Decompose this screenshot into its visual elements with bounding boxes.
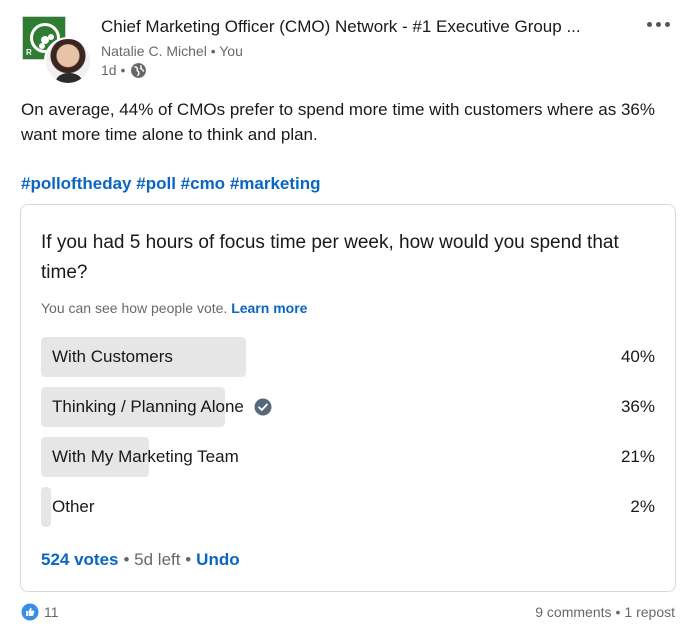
- poll-option-label-wrap: Thinking / Planning Alone: [52, 397, 272, 417]
- poll-option-label-wrap: Other: [52, 497, 95, 517]
- poll-option[interactable]: Other 2%: [41, 487, 655, 527]
- poll-option-label: With My Marketing Team: [52, 447, 239, 466]
- post-header: R Chief Marketing Officer (CMO) Network …: [0, 0, 693, 95]
- poll-option[interactable]: With Customers 40%: [41, 337, 655, 377]
- poll-option-percent: 36%: [620, 397, 655, 416]
- like-icon: [21, 603, 39, 621]
- poll-option-percent: 40%: [620, 347, 655, 366]
- dot-icon: [655, 21, 661, 27]
- undo-vote-button[interactable]: Undo: [196, 549, 239, 571]
- engagement-links: 9 comments • 1 repost: [535, 604, 675, 620]
- poll-option-percent: 2%: [630, 497, 655, 516]
- post-text: On average, 44% of CMOs prefer to spend …: [21, 100, 655, 144]
- poll-option-label: With Customers: [52, 347, 173, 366]
- poll-question: If you had 5 hours of focus time per wee…: [41, 232, 619, 283]
- reactions-summary[interactable]: 11: [21, 603, 59, 621]
- post-meta: 1d •: [101, 61, 147, 79]
- poll-option-label: Other: [52, 497, 95, 516]
- dot-icon: [646, 21, 652, 27]
- poll-card: If you had 5 hours of focus time per wee…: [20, 204, 676, 592]
- poll-option-label: Thinking / Planning Alone: [52, 397, 244, 416]
- poll-option[interactable]: With My Marketing Team 21%: [41, 437, 655, 477]
- avatar[interactable]: [44, 37, 92, 85]
- learn-more-link[interactable]: Learn more: [231, 300, 307, 316]
- poll-note-text: You can see how people vote.: [41, 300, 228, 316]
- more-options-button[interactable]: [643, 14, 673, 34]
- poll-option-label-wrap: With Customers: [52, 347, 173, 367]
- check-circle-icon: [254, 398, 272, 416]
- dot-icon: [664, 21, 670, 27]
- author-name[interactable]: Natalie C. Michel • You: [101, 42, 243, 60]
- social-counts: 11 9 comments • 1 repost: [21, 603, 675, 623]
- globe-icon: [131, 62, 147, 78]
- reposts-link[interactable]: 1 repost: [624, 604, 675, 620]
- poll-time-left: • 5d left •: [123, 550, 192, 569]
- group-name-link[interactable]: Chief Marketing Officer (CMO) Network - …: [101, 16, 621, 38]
- reaction-count: 11: [44, 604, 59, 620]
- hashtag-link[interactable]: #marketing: [230, 174, 321, 193]
- poll-option-label-wrap: With My Marketing Team: [52, 447, 239, 467]
- poll-option-bar: [41, 487, 51, 527]
- group-logo-mark: R: [26, 48, 32, 57]
- post-time: 1d •: [101, 62, 126, 78]
- poll-option[interactable]: Thinking / Planning Alone 36%: [41, 387, 655, 427]
- poll-visibility-note: You can see how people vote. Learn more: [41, 300, 307, 316]
- hashtag-link[interactable]: #polloftheday: [21, 174, 132, 193]
- hashtag-list: #polloftheday #poll #cmo #marketing: [21, 172, 321, 196]
- separator-dot: •: [615, 604, 621, 620]
- poll-footer: 524 votes • 5d left • Undo: [41, 549, 240, 571]
- votes-link[interactable]: 524 votes: [41, 549, 119, 571]
- hashtag-link[interactable]: #poll: [136, 174, 176, 193]
- comments-link[interactable]: 9 comments: [535, 604, 611, 620]
- poll-option-percent: 21%: [620, 447, 655, 466]
- hashtag-link[interactable]: #cmo: [181, 174, 225, 193]
